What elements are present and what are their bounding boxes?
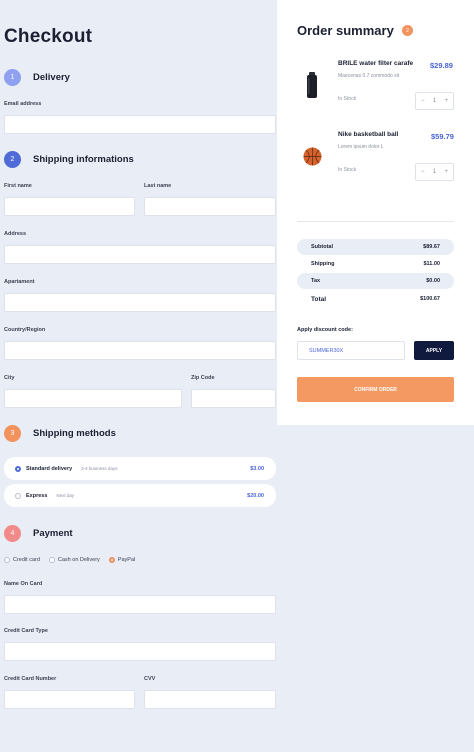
radio-unselected[interactable] <box>4 557 10 563</box>
item-count-badge: 2 <box>402 25 413 36</box>
shipping-label: Shipping <box>311 261 335 267</box>
discount-code-input[interactable]: SUMMER30X <box>297 341 405 360</box>
quantity-value: 1 <box>432 169 437 175</box>
last-name-field[interactable] <box>144 197 276 216</box>
shipping-option-price: $20.00 <box>247 492 264 499</box>
payment-method-label: PayPal <box>117 557 136 563</box>
radio-unselected[interactable] <box>15 492 21 499</box>
radio-selected[interactable] <box>15 465 21 472</box>
payment-method-label: Cash on Delivery <box>57 557 100 563</box>
card-type-label: Credit Card Type <box>4 628 48 634</box>
cvv-field[interactable] <box>144 690 276 709</box>
payment-method-cash[interactable]: Cash on Delivery <box>48 557 100 563</box>
product-price: $29.89 <box>430 61 453 70</box>
stock-status: In Stock <box>338 96 357 102</box>
payment-method-paypal[interactable]: PayPal <box>108 557 136 563</box>
city-label: City <box>4 375 15 381</box>
address-label: Address <box>4 231 27 237</box>
divider <box>297 221 454 222</box>
subtotal-value: $89.67 <box>423 244 440 250</box>
product-description: Maecenas 0.7 commodo sit <box>338 73 400 79</box>
payment-method-selector: Credit card Cash on Delivery PayPal <box>4 557 144 563</box>
apartment-label: Apartament <box>4 279 35 285</box>
tax-row: Tax $0.00 <box>297 273 454 289</box>
order-summary-title: Order summary <box>297 23 394 38</box>
section-title: Payment <box>33 528 73 539</box>
total-value: $100.67 <box>420 296 440 302</box>
radio-selected[interactable] <box>108 557 115 563</box>
apartment-field[interactable] <box>4 293 276 312</box>
step-badge: 4 <box>4 525 21 542</box>
delivery-section-header: 1 Delivery <box>4 69 70 86</box>
minus-icon[interactable]: − <box>421 169 425 175</box>
quantity-stepper[interactable]: − 1 + <box>415 92 454 110</box>
country-label: Country/Region <box>4 327 46 333</box>
name-on-card-label: Name On Card <box>4 581 43 587</box>
order-summary-panel: Order summary 2 BRILE water filter caraf… <box>277 0 474 425</box>
zip-field[interactable] <box>191 389 276 408</box>
step-badge: 1 <box>4 69 21 86</box>
confirm-order-button[interactable]: CONFIRM ORDER <box>297 377 454 402</box>
card-number-label: Credit Card Number <box>4 676 57 682</box>
product-price: $59.79 <box>431 132 454 141</box>
product-name[interactable]: BRILE water filter carafe <box>338 60 413 67</box>
step-badge: 3 <box>4 425 21 442</box>
city-field[interactable] <box>4 389 182 408</box>
email-label: Email address <box>4 101 42 107</box>
country-field[interactable] <box>4 341 276 360</box>
bottle-image <box>305 72 319 103</box>
shipping-option-name: Express <box>26 492 48 499</box>
subtotal-label: Subtotal <box>311 244 333 250</box>
product-description: Lorem ipsum dolor L <box>338 144 384 150</box>
shipping-option-name: Standard delivery <box>26 465 73 472</box>
product-name[interactable]: Nike basketball ball <box>338 131 398 138</box>
apply-button[interactable]: APPLY <box>414 341 454 360</box>
tax-label: Tax <box>311 278 321 284</box>
radio-unselected[interactable] <box>48 557 55 563</box>
quantity-stepper[interactable]: − 1 + <box>415 163 454 181</box>
payment-method-label: Credit card <box>13 557 40 563</box>
shipping-info-section-header: 2 Shipping informations <box>4 151 134 168</box>
total-label: Total <box>311 295 327 303</box>
basketball-image <box>303 147 322 171</box>
zip-label: Zip Code <box>191 375 215 381</box>
discount-label: Apply discount code: <box>297 327 353 333</box>
shipping-option-time: 3-4 business days <box>81 466 118 471</box>
total-row: Total $100.67 <box>297 291 454 307</box>
shipping-option-price: $3.00 <box>250 465 264 472</box>
section-title: Shipping informations <box>33 154 134 165</box>
card-type-field[interactable] <box>4 642 276 661</box>
first-name-field[interactable] <box>4 197 135 216</box>
cvv-label: CVV <box>144 676 156 682</box>
step-badge: 2 <box>4 151 21 168</box>
email-field[interactable] <box>4 115 276 134</box>
address-field[interactable] <box>4 245 276 264</box>
shipping-option-time: Next day <box>56 493 75 498</box>
quantity-value: 1 <box>432 98 437 104</box>
stock-status: In Stock <box>338 167 357 173</box>
plus-icon[interactable]: + <box>444 169 448 175</box>
shipping-option-standard[interactable]: Standard delivery 3-4 business days $3.0… <box>4 457 276 480</box>
section-title: Delivery <box>33 72 70 83</box>
card-number-field[interactable] <box>4 690 135 709</box>
subtotal-row: Subtotal $89.67 <box>297 239 454 255</box>
shipping-option-express[interactable]: Express Next day $20.00 <box>4 484 276 507</box>
payment-method-credit-card[interactable]: Credit card <box>4 557 40 563</box>
minus-icon[interactable]: − <box>421 98 425 104</box>
name-on-card-field[interactable] <box>4 595 276 614</box>
shipping-value: $11.00 <box>423 261 440 267</box>
page-title: Checkout <box>4 26 93 47</box>
shipping-methods-section-header: 3 Shipping methods <box>4 425 116 442</box>
tax-value: $0.00 <box>426 278 440 284</box>
section-title: Shipping methods <box>33 428 116 439</box>
payment-section-header: 4 Payment <box>4 525 73 542</box>
plus-icon[interactable]: + <box>444 98 448 104</box>
first-name-label: First name <box>4 183 32 189</box>
shipping-row: Shipping $11.00 <box>297 256 454 272</box>
last-name-label: Last name <box>144 183 172 189</box>
